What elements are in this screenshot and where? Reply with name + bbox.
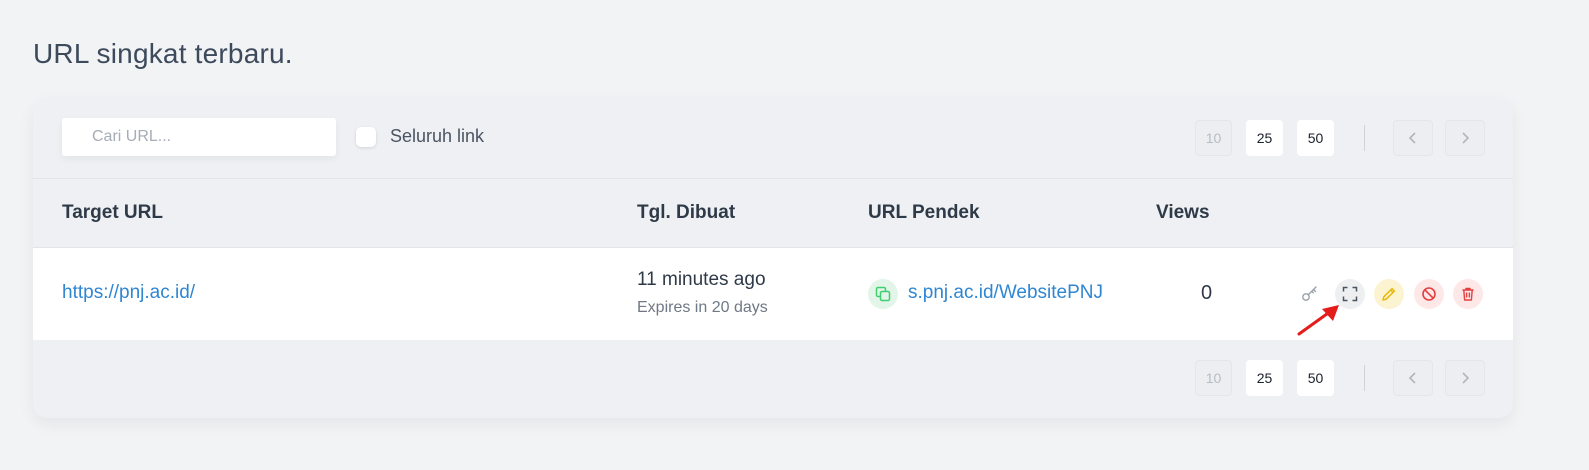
short-url-link[interactable]: s.pnj.ac.id/WebsitePNJ: [908, 282, 1106, 304]
table-row: https://pnj.ac.id/ 11 minutes ago Expire…: [33, 248, 1513, 340]
next-page-button[interactable]: [1445, 360, 1485, 396]
pagination-divider: [1364, 365, 1365, 391]
ban-icon: [1422, 287, 1436, 301]
disable-button[interactable]: [1414, 279, 1444, 309]
next-page-button[interactable]: [1445, 120, 1485, 156]
chevron-left-icon: [1408, 372, 1416, 384]
chevron-left-icon: [1408, 132, 1416, 144]
table-header: Target URL Tgl. Dibuat URL Pendek Views: [33, 178, 1513, 248]
all-links-label: Seluruh link: [390, 126, 485, 146]
pagination-bottom: 10 25 50: [1181, 360, 1485, 396]
header-created[interactable]: Tgl. Dibuat: [637, 202, 735, 224]
page-size-10-button[interactable]: 10: [1195, 120, 1232, 156]
table-toolbar: Seluruh link 10 25 50: [33, 98, 1513, 179]
created-time: 11 minutes ago: [637, 269, 766, 290]
page-title: URL singkat terbaru.: [33, 38, 293, 69]
expires-text: Expires in 20 days: [637, 299, 768, 316]
chevron-right-icon: [1462, 132, 1470, 144]
page-size-25-button[interactable]: 25: [1246, 360, 1283, 396]
target-url-link[interactable]: https://pnj.ac.id/: [62, 282, 195, 304]
page-size-10-button[interactable]: 10: [1195, 360, 1232, 396]
chevron-right-icon: [1462, 372, 1470, 384]
short-urls-card: Seluruh link 10 25 50 Target URL Tgl. Di…: [33, 98, 1513, 418]
copy-icon: [875, 286, 891, 302]
password-button[interactable]: [1295, 279, 1325, 309]
all-links-checkbox[interactable]: Seluruh link: [356, 126, 484, 147]
copy-short-url-button[interactable]: [868, 279, 898, 309]
delete-button[interactable]: [1453, 279, 1483, 309]
header-short-url[interactable]: URL Pendek: [868, 202, 980, 224]
header-views[interactable]: Views: [1156, 202, 1210, 224]
prev-page-button[interactable]: [1393, 360, 1433, 396]
qr-code-button[interactable]: [1335, 279, 1365, 309]
page-size-50-button[interactable]: 50: [1297, 120, 1334, 156]
pagination-divider: [1364, 125, 1365, 151]
prev-page-button[interactable]: [1393, 120, 1433, 156]
trash-icon: [1462, 287, 1474, 301]
pagination-top: 10 25 50: [1181, 120, 1485, 156]
checkbox-box[interactable]: [356, 126, 376, 147]
qr-code-icon: [1342, 286, 1358, 302]
header-target-url[interactable]: Target URL: [62, 202, 163, 224]
page-size-50-button[interactable]: 50: [1297, 360, 1334, 396]
page-size-25-button[interactable]: 25: [1246, 120, 1283, 156]
views-count: 0: [1201, 282, 1213, 304]
edit-pencil-icon: [1382, 287, 1396, 301]
search-input[interactable]: [62, 118, 336, 156]
edit-button[interactable]: [1374, 279, 1404, 309]
key-icon: [1302, 286, 1317, 301]
